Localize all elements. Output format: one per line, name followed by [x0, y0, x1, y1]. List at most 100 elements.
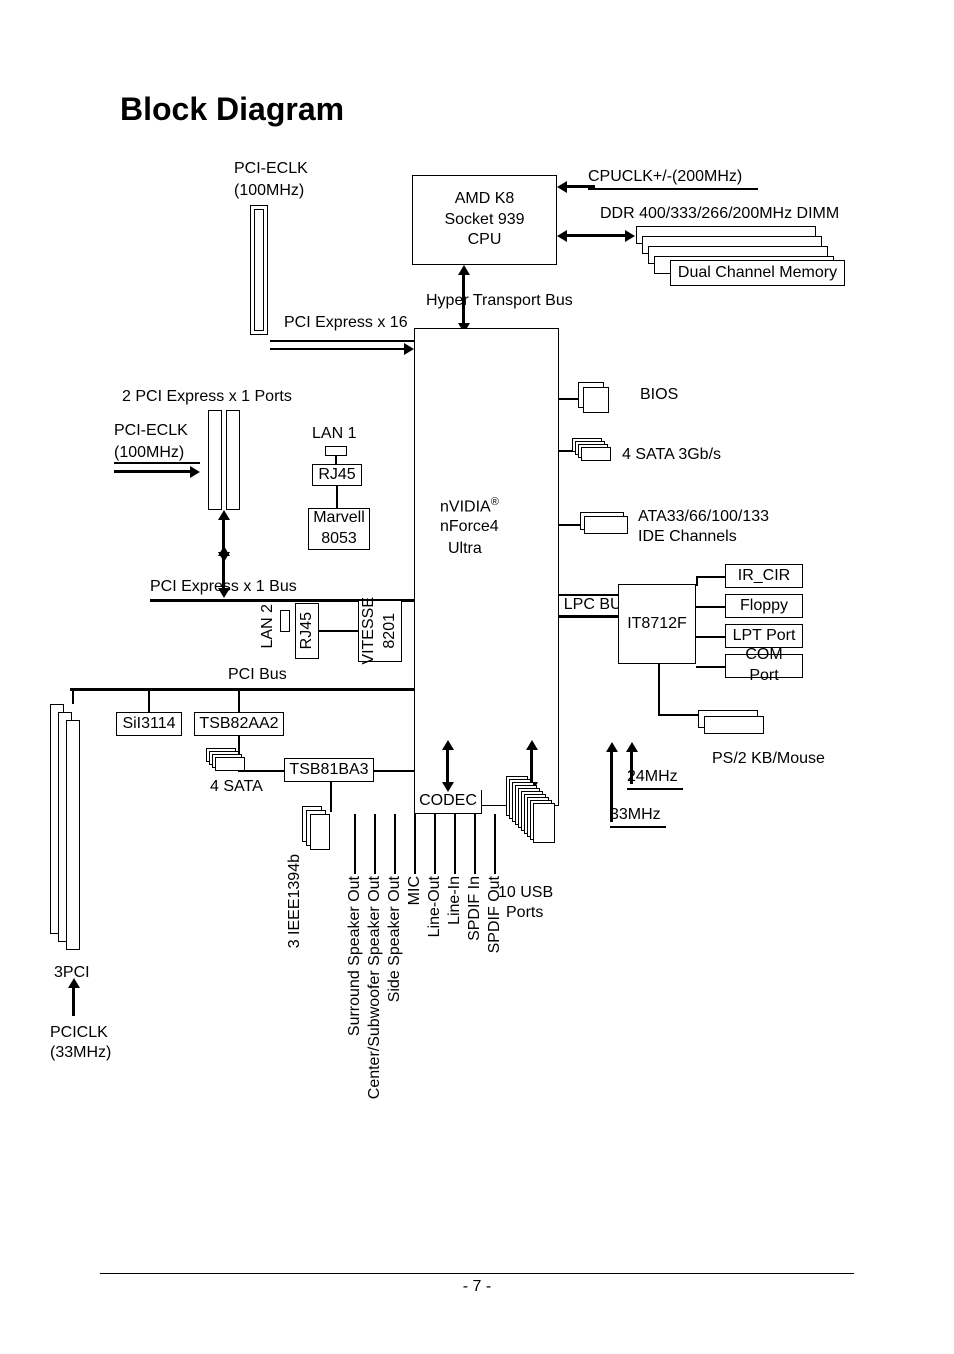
chipset-l2: nForce4: [440, 518, 499, 536]
codec-v3: [394, 814, 396, 874]
ir-cir-box: IR_CIR: [725, 564, 803, 588]
mhz24-label: 24MHz: [627, 768, 678, 786]
chipset-l1: nVIDIA®: [440, 496, 499, 516]
pci-eclk-mid-underline: [114, 462, 200, 464]
marvell-box: Marvell 8053: [308, 508, 370, 550]
pci-bus-down-left: [72, 690, 74, 704]
mhz24-line: [627, 788, 683, 790]
tsb82-pci-line: [238, 690, 240, 712]
rj45-1-box: RJ45: [312, 464, 362, 486]
pciclk-label: PCICLK: [50, 1024, 108, 1042]
it8712f-box: IT8712F: [618, 584, 696, 664]
usb-count-label: 10 USB: [498, 884, 553, 902]
cpu-box: AMD K8 Socket 939 CPU: [412, 175, 557, 265]
codec-v2: [374, 814, 376, 874]
ddr-label: DDR 400/333/266/200MHz DIMM: [600, 205, 839, 223]
lan1-conn-line: [335, 456, 337, 464]
codec-v5: [434, 814, 436, 874]
dual-channel-box: Dual Channel Memory: [670, 260, 845, 286]
lan1-label: LAN 1: [312, 425, 356, 443]
it-floppy-line: [696, 606, 725, 608]
surround-label: Surround Speaker Out: [346, 876, 364, 1036]
sata3g-label: 4 SATA 3Gb/s: [622, 446, 721, 464]
lan2-label: LAN 2: [259, 604, 277, 648]
mhz33-arrow: [610, 750, 613, 822]
it-ps2-h: [658, 714, 698, 716]
it-ir-line: [696, 576, 725, 578]
com-box: COM Port: [725, 654, 803, 678]
cpu-ddr-bus: [565, 234, 627, 237]
cpu-line1: AMD K8: [455, 189, 515, 210]
it-ir-v: [696, 576, 698, 586]
center-sub-label: Center/Subwoofer Speaker Out: [366, 876, 384, 1099]
pci-eclk-mid-arrow: [114, 470, 192, 473]
marvell-label: Marvell: [313, 508, 365, 529]
side-label: Side Speaker Out: [386, 876, 404, 1002]
pcie-x16-label: PCI Express x 16: [284, 314, 408, 332]
lpc-top: [558, 594, 622, 596]
codec-v4: [414, 814, 416, 874]
pci-bus-label: PCI Bus: [228, 666, 287, 684]
lpc-bot: [558, 616, 622, 618]
page-number: - 7 -: [463, 1278, 491, 1295]
codec-v8: [494, 814, 496, 874]
two-pcie-x1-label: 2 PCI Express x 1 Ports: [122, 388, 292, 406]
usb-ports-label: Ports: [506, 904, 543, 922]
codec-chipset-arrow: [446, 748, 449, 784]
pci-eclk-top: PCI-ECLK: [234, 160, 308, 178]
pci-eclk-mid: PCI-ECLK: [114, 422, 188, 440]
cpuclk-arrow: [565, 185, 595, 188]
spdif-out-label: SPDIF Out: [486, 876, 504, 953]
tsb81-chipset-line: [330, 782, 332, 812]
pcie-x16-slot-inner: [254, 209, 264, 331]
floppy-box: Floppy: [725, 594, 803, 618]
ieee1394-label: 3 IEEE1394b: [286, 854, 304, 948]
it-ps2-line: [658, 664, 660, 714]
tsb81ba3-box: TSB81BA3: [284, 758, 374, 782]
page-footer: - 7 -: [100, 1273, 854, 1296]
pci-eclk-top-freq: (100MHz): [234, 182, 304, 200]
cpu-line3: CPU: [468, 230, 502, 251]
codec-v1: [354, 814, 356, 874]
ide-label: IDE Channels: [638, 528, 737, 546]
page-title: Block Diagram: [120, 91, 344, 128]
lan1-jack: [325, 446, 347, 456]
pciclk-freq-label: (33MHz): [50, 1044, 111, 1062]
pcie-x1-slot-2: [226, 410, 240, 510]
codec-v7: [474, 814, 476, 874]
line-in-label: Line-In: [446, 876, 464, 925]
vitesse-num: 8201: [380, 613, 401, 649]
chipset-box: [414, 328, 559, 806]
pcie-x16-line-top: [270, 340, 414, 342]
cpuclk-label: CPUCLK+/-(200MHz): [588, 168, 742, 186]
mhz33-line: [610, 826, 666, 828]
cpuclk-underline: [588, 188, 758, 190]
hyper-transport-label: Hyper Transport Bus: [426, 292, 573, 310]
ht-bus-line: [462, 273, 465, 325]
pcie-x1-slot-1: [208, 410, 222, 510]
ata-label: ATA33/66/100/133: [638, 508, 769, 526]
mhz24-arrow: [630, 750, 633, 784]
pciclk-arrow: [72, 986, 75, 1016]
spdif-in-label: SPDIF In: [466, 876, 484, 941]
line-out-label: Line-Out: [426, 876, 444, 937]
bios-line: [559, 398, 579, 400]
it-lpt-line: [696, 636, 725, 638]
tsb82aa2-box: TSB82AA2: [194, 712, 284, 736]
sata3g-line: [559, 450, 573, 452]
sil-pci-line: [148, 690, 150, 712]
pcie-x16-line-bot: [270, 348, 406, 350]
pci-bus-line: [70, 688, 414, 691]
chipset-l3: Ultra: [448, 540, 482, 558]
ide-line: [559, 524, 581, 526]
mhz33-label: 33MHz: [610, 806, 661, 824]
ps2-label: PS/2 KB/Mouse: [712, 750, 825, 768]
lan2-jack: [280, 610, 290, 632]
sil3114-box: SiI3114: [116, 712, 182, 736]
block-diagram: AMD K8 Socket 939 CPU PCI-ECLK (100MHz) …: [100, 150, 860, 1150]
vitesse-label: VITESSE: [359, 597, 380, 665]
pcie-x1-bus-conn: [222, 554, 225, 590]
rj45-vitesse-line: [319, 630, 358, 632]
vitesse-box: VITESSE 8201: [358, 600, 402, 662]
mic-label: MIC: [406, 876, 424, 905]
